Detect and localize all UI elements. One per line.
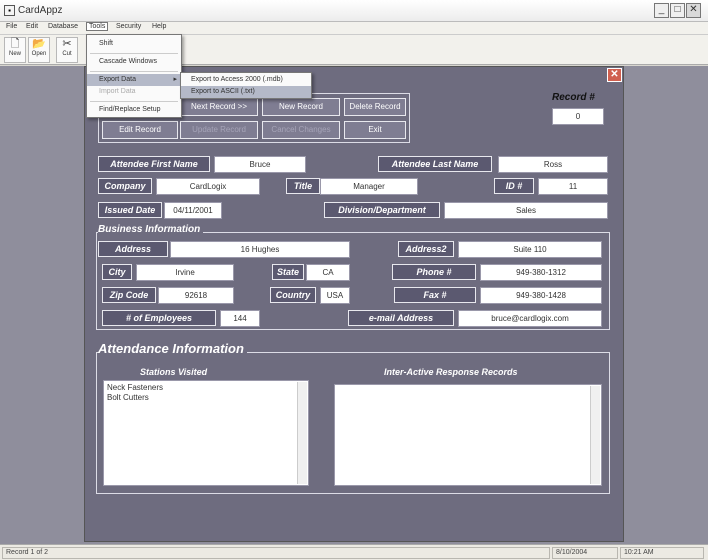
issued-date-field[interactable]: 04/11/2001	[164, 202, 222, 219]
attendance-info-title: Attendance Information	[98, 341, 247, 356]
first-name-field[interactable]: Bruce	[214, 156, 306, 173]
tools-menu-dropdown: Shift Cascade Windows Export Data ▸ Impo…	[86, 34, 182, 118]
employees-label: # of Employees	[102, 310, 216, 326]
menu-item-find-replace-setup[interactable]: Find/Replace Setup	[87, 104, 181, 116]
address2-label: Address2	[398, 241, 454, 257]
stations-listbox[interactable]: Neck Fasteners Bolt Cutters	[103, 380, 309, 486]
menu-item-cascade-windows[interactable]: Cascade Windows	[87, 56, 181, 68]
open-label: Open	[31, 51, 47, 57]
delete-record-button[interactable]: Delete Record	[344, 98, 406, 116]
division-field[interactable]: Sales	[444, 202, 608, 219]
menu-separator	[90, 53, 178, 54]
list-item[interactable]: Neck Fasteners	[107, 383, 305, 393]
responses-scrollbar[interactable]	[590, 386, 600, 484]
address-label: Address	[98, 241, 168, 257]
menu-database[interactable]: Database	[46, 23, 80, 30]
state-field[interactable]: CA	[306, 264, 350, 281]
record-number-label: Record #	[552, 92, 595, 103]
new-record-button[interactable]: New Record	[262, 98, 340, 116]
email-field[interactable]: bruce@cardlogix.com	[458, 310, 602, 327]
menu-separator	[90, 101, 178, 102]
menu-item-export-access[interactable]: Export to Access 2000 (.mdb)	[181, 74, 311, 86]
menu-separator	[90, 71, 178, 72]
record-number-field: 0	[552, 108, 604, 125]
address2-field[interactable]: Suite 110	[458, 241, 602, 258]
menu-item-export-ascii[interactable]: Export to ASCII (.txt)	[181, 86, 311, 98]
company-label: Company	[98, 178, 152, 194]
edit-record-button[interactable]: Edit Record	[102, 121, 178, 139]
stations-scrollbar[interactable]	[297, 382, 307, 484]
menu-item-import-data[interactable]: Import Data	[87, 86, 181, 98]
menu-tools[interactable]: Tools	[86, 22, 109, 31]
minimize-button[interactable]: _	[654, 3, 669, 18]
fax-field[interactable]: 949-380-1428	[480, 287, 602, 304]
export-data-label: Export Data	[99, 76, 136, 83]
menu-item-shift[interactable]: Shift	[87, 38, 181, 50]
form-close-button[interactable]: ✕	[607, 68, 622, 82]
menu-edit[interactable]: Edit	[24, 23, 40, 30]
new-button[interactable]: 🗋 New	[4, 37, 26, 63]
fax-label: Fax #	[394, 287, 476, 303]
cut-button[interactable]: ✂ Cut	[56, 37, 78, 63]
country-field[interactable]: USA	[320, 287, 350, 304]
maximize-button[interactable]: □	[670, 3, 685, 18]
menu-item-export-data[interactable]: Export Data ▸	[87, 74, 181, 86]
cut-label: Cut	[62, 51, 72, 57]
company-field[interactable]: CardLogix	[156, 178, 260, 195]
phone-field[interactable]: 949-380-1312	[480, 264, 602, 281]
app-icon: ▪	[4, 5, 15, 16]
list-item[interactable]: Bolt Cutters	[107, 393, 305, 403]
open-button[interactable]: 📂 Open	[28, 37, 50, 63]
city-field[interactable]: Irvine	[136, 264, 234, 281]
new-label: New	[8, 51, 21, 57]
menu-file[interactable]: File	[4, 23, 19, 30]
issued-date-label: Issued Date	[98, 202, 162, 218]
last-name-label: Attendee Last Name	[378, 156, 492, 172]
next-record-button[interactable]: Next Record >>	[180, 98, 258, 116]
close-button[interactable]: ✕	[686, 3, 701, 18]
state-label: State	[272, 264, 304, 280]
title-label: Title	[286, 178, 320, 194]
employees-field[interactable]: 144	[220, 310, 260, 327]
email-label: e-mail Address	[348, 310, 454, 326]
id-field[interactable]: 11	[538, 178, 608, 195]
status-record: Record 1 of 2	[2, 547, 550, 559]
submenu-arrow-icon: ▸	[173, 76, 177, 83]
phone-label: Phone #	[392, 264, 476, 280]
window-title: CardAppz	[18, 5, 63, 16]
city-label: City	[102, 264, 132, 280]
address-field[interactable]: 16 Hughes	[170, 241, 350, 258]
business-info-title: Business Information	[98, 224, 204, 235]
status-bar: Record 1 of 2 8/10/2004 10:21 AM	[0, 544, 708, 560]
country-label: Country	[270, 287, 316, 303]
division-label: Division/Department	[324, 202, 440, 218]
last-name-field[interactable]: Ross	[498, 156, 608, 173]
status-time: 10:21 AM	[620, 547, 704, 559]
first-name-label: Attendee First Name	[98, 156, 210, 172]
title-field[interactable]: Manager	[320, 178, 418, 195]
zip-code-label: Zip Code	[102, 287, 156, 303]
menu-security[interactable]: Security	[114, 23, 143, 30]
id-label: ID #	[494, 178, 534, 194]
menu-help[interactable]: Help	[150, 23, 168, 30]
export-submenu: Export to Access 2000 (.mdb) Export to A…	[180, 72, 312, 99]
responses-listbox[interactable]	[334, 384, 602, 486]
update-record-button[interactable]: Update Record	[180, 121, 258, 139]
scissors-icon: ✂	[62, 38, 72, 50]
responses-label: Inter-Active Response Records	[384, 367, 518, 377]
new-document-icon: 🗋	[10, 38, 20, 50]
stations-visited-label: Stations Visited	[140, 367, 208, 377]
open-folder-icon: 📂	[32, 38, 46, 50]
title-bar: ▪ CardAppz _ □ ✕	[0, 0, 708, 22]
exit-button[interactable]: Exit	[344, 121, 406, 139]
cancel-changes-button[interactable]: Cancel Changes	[262, 121, 340, 139]
status-date: 8/10/2004	[552, 547, 618, 559]
zip-code-field[interactable]: 92618	[158, 287, 234, 304]
